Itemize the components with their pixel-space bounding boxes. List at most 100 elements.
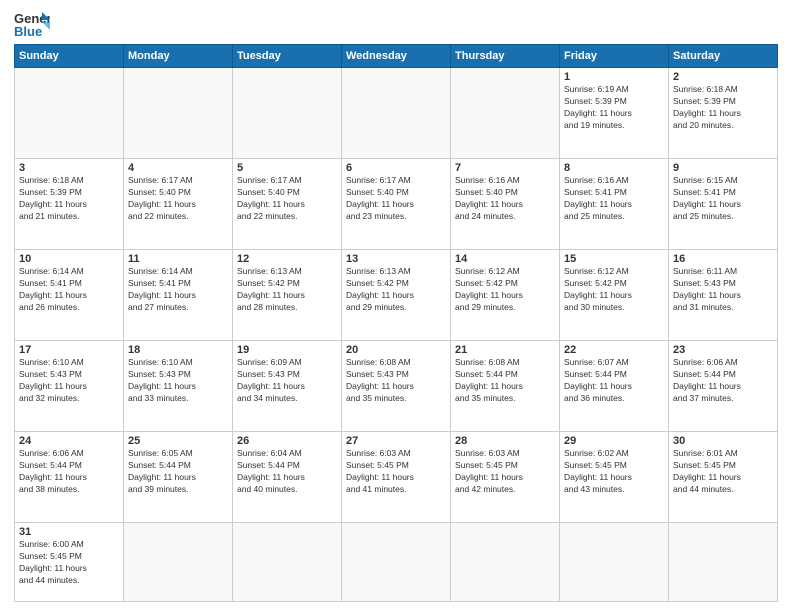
day-number: 5 xyxy=(237,162,337,174)
day-number: 6 xyxy=(346,162,446,174)
day-info: Sunrise: 6:13 AM Sunset: 5:42 PM Dayligh… xyxy=(237,266,337,314)
calendar-cell xyxy=(233,523,342,602)
day-number: 2 xyxy=(673,71,773,83)
calendar-cell: 20Sunrise: 6:08 AM Sunset: 5:43 PM Dayli… xyxy=(342,341,451,432)
day-number: 27 xyxy=(346,435,446,447)
day-info: Sunrise: 6:05 AM Sunset: 5:44 PM Dayligh… xyxy=(128,448,228,496)
day-info: Sunrise: 6:02 AM Sunset: 5:45 PM Dayligh… xyxy=(564,448,664,496)
day-number: 13 xyxy=(346,253,446,265)
calendar-cell: 5Sunrise: 6:17 AM Sunset: 5:40 PM Daylig… xyxy=(233,159,342,250)
day-info: Sunrise: 6:00 AM Sunset: 5:45 PM Dayligh… xyxy=(19,539,119,587)
calendar-cell: 26Sunrise: 6:04 AM Sunset: 5:44 PM Dayli… xyxy=(233,432,342,523)
calendar-cell: 2Sunrise: 6:18 AM Sunset: 5:39 PM Daylig… xyxy=(669,68,778,159)
day-info: Sunrise: 6:12 AM Sunset: 5:42 PM Dayligh… xyxy=(455,266,555,314)
day-info: Sunrise: 6:11 AM Sunset: 5:43 PM Dayligh… xyxy=(673,266,773,314)
weekday-header-friday: Friday xyxy=(560,45,669,68)
day-number: 3 xyxy=(19,162,119,174)
weekday-header-wednesday: Wednesday xyxy=(342,45,451,68)
day-info: Sunrise: 6:13 AM Sunset: 5:42 PM Dayligh… xyxy=(346,266,446,314)
day-info: Sunrise: 6:08 AM Sunset: 5:43 PM Dayligh… xyxy=(346,357,446,405)
day-number: 26 xyxy=(237,435,337,447)
weekday-header-saturday: Saturday xyxy=(669,45,778,68)
calendar-cell: 11Sunrise: 6:14 AM Sunset: 5:41 PM Dayli… xyxy=(124,250,233,341)
day-info: Sunrise: 6:14 AM Sunset: 5:41 PM Dayligh… xyxy=(19,266,119,314)
header: General Blue xyxy=(14,10,778,38)
calendar-cell: 3Sunrise: 6:18 AM Sunset: 5:39 PM Daylig… xyxy=(15,159,124,250)
calendar-cell: 24Sunrise: 6:06 AM Sunset: 5:44 PM Dayli… xyxy=(15,432,124,523)
calendar-cell: 6Sunrise: 6:17 AM Sunset: 5:40 PM Daylig… xyxy=(342,159,451,250)
calendar-cell xyxy=(124,68,233,159)
calendar-cell: 22Sunrise: 6:07 AM Sunset: 5:44 PM Dayli… xyxy=(560,341,669,432)
calendar-cell: 30Sunrise: 6:01 AM Sunset: 5:45 PM Dayli… xyxy=(669,432,778,523)
day-number: 14 xyxy=(455,253,555,265)
day-info: Sunrise: 6:17 AM Sunset: 5:40 PM Dayligh… xyxy=(128,175,228,223)
weekday-header-tuesday: Tuesday xyxy=(233,45,342,68)
day-info: Sunrise: 6:10 AM Sunset: 5:43 PM Dayligh… xyxy=(128,357,228,405)
calendar-cell: 1Sunrise: 6:19 AM Sunset: 5:39 PM Daylig… xyxy=(560,68,669,159)
day-number: 20 xyxy=(346,344,446,356)
week-row-1: 1Sunrise: 6:19 AM Sunset: 5:39 PM Daylig… xyxy=(15,68,778,159)
calendar-cell: 31Sunrise: 6:00 AM Sunset: 5:45 PM Dayli… xyxy=(15,523,124,602)
day-number: 24 xyxy=(19,435,119,447)
logo-icon: General Blue xyxy=(14,10,50,38)
day-number: 4 xyxy=(128,162,228,174)
day-info: Sunrise: 6:06 AM Sunset: 5:44 PM Dayligh… xyxy=(673,357,773,405)
day-info: Sunrise: 6:03 AM Sunset: 5:45 PM Dayligh… xyxy=(455,448,555,496)
calendar-cell: 19Sunrise: 6:09 AM Sunset: 5:43 PM Dayli… xyxy=(233,341,342,432)
calendar-cell: 8Sunrise: 6:16 AM Sunset: 5:41 PM Daylig… xyxy=(560,159,669,250)
week-row-6: 31Sunrise: 6:00 AM Sunset: 5:45 PM Dayli… xyxy=(15,523,778,602)
calendar-cell: 27Sunrise: 6:03 AM Sunset: 5:45 PM Dayli… xyxy=(342,432,451,523)
day-number: 17 xyxy=(19,344,119,356)
day-number: 22 xyxy=(564,344,664,356)
week-row-2: 3Sunrise: 6:18 AM Sunset: 5:39 PM Daylig… xyxy=(15,159,778,250)
day-info: Sunrise: 6:16 AM Sunset: 5:40 PM Dayligh… xyxy=(455,175,555,223)
day-number: 30 xyxy=(673,435,773,447)
day-number: 16 xyxy=(673,253,773,265)
week-row-3: 10Sunrise: 6:14 AM Sunset: 5:41 PM Dayli… xyxy=(15,250,778,341)
calendar-cell xyxy=(342,68,451,159)
calendar-cell xyxy=(560,523,669,602)
day-info: Sunrise: 6:18 AM Sunset: 5:39 PM Dayligh… xyxy=(673,84,773,132)
day-number: 25 xyxy=(128,435,228,447)
day-info: Sunrise: 6:19 AM Sunset: 5:39 PM Dayligh… xyxy=(564,84,664,132)
day-number: 29 xyxy=(564,435,664,447)
calendar-cell: 14Sunrise: 6:12 AM Sunset: 5:42 PM Dayli… xyxy=(451,250,560,341)
calendar-cell: 15Sunrise: 6:12 AM Sunset: 5:42 PM Dayli… xyxy=(560,250,669,341)
day-info: Sunrise: 6:17 AM Sunset: 5:40 PM Dayligh… xyxy=(237,175,337,223)
calendar-cell xyxy=(451,68,560,159)
day-number: 28 xyxy=(455,435,555,447)
calendar-page: General Blue SundayMondayTuesdayWednesda… xyxy=(0,0,792,612)
day-number: 31 xyxy=(19,526,119,538)
calendar-cell: 25Sunrise: 6:05 AM Sunset: 5:44 PM Dayli… xyxy=(124,432,233,523)
calendar-table: SundayMondayTuesdayWednesdayThursdayFrid… xyxy=(14,44,778,602)
day-info: Sunrise: 6:09 AM Sunset: 5:43 PM Dayligh… xyxy=(237,357,337,405)
day-info: Sunrise: 6:01 AM Sunset: 5:45 PM Dayligh… xyxy=(673,448,773,496)
calendar-cell: 18Sunrise: 6:10 AM Sunset: 5:43 PM Dayli… xyxy=(124,341,233,432)
weekday-header-thursday: Thursday xyxy=(451,45,560,68)
calendar-cell: 23Sunrise: 6:06 AM Sunset: 5:44 PM Dayli… xyxy=(669,341,778,432)
calendar-cell: 28Sunrise: 6:03 AM Sunset: 5:45 PM Dayli… xyxy=(451,432,560,523)
calendar-cell: 12Sunrise: 6:13 AM Sunset: 5:42 PM Dayli… xyxy=(233,250,342,341)
logo: General Blue xyxy=(14,10,54,38)
weekday-header-monday: Monday xyxy=(124,45,233,68)
calendar-cell: 4Sunrise: 6:17 AM Sunset: 5:40 PM Daylig… xyxy=(124,159,233,250)
day-info: Sunrise: 6:16 AM Sunset: 5:41 PM Dayligh… xyxy=(564,175,664,223)
calendar-cell xyxy=(451,523,560,602)
calendar-cell: 13Sunrise: 6:13 AM Sunset: 5:42 PM Dayli… xyxy=(342,250,451,341)
day-info: Sunrise: 6:14 AM Sunset: 5:41 PM Dayligh… xyxy=(128,266,228,314)
week-row-4: 17 Sunrise: 6:10 AM Sunset: 5:43 PM Dayli… xyxy=(15,341,778,432)
day-number: 15 xyxy=(564,253,664,265)
calendar-cell xyxy=(15,68,124,159)
weekday-header-sunday: Sunday xyxy=(15,45,124,68)
svg-text:Blue: Blue xyxy=(14,24,42,38)
calendar-cell: 7Sunrise: 6:16 AM Sunset: 5:40 PM Daylig… xyxy=(451,159,560,250)
calendar-cell xyxy=(342,523,451,602)
weekday-header-row: SundayMondayTuesdayWednesdayThursdayFrid… xyxy=(15,45,778,68)
day-number: 10 xyxy=(19,253,119,265)
calendar-cell: 17Sunrise: 6:10 AM Sunset: 5:43 PM Dayli… xyxy=(15,341,124,432)
calendar-cell: 10Sunrise: 6:14 AM Sunset: 5:41 PM Dayli… xyxy=(15,250,124,341)
day-info: Sunrise: 6:07 AM Sunset: 5:44 PM Dayligh… xyxy=(564,357,664,405)
day-number: 23 xyxy=(673,344,773,356)
day-info: Sunrise: 6:08 AM Sunset: 5:44 PM Dayligh… xyxy=(455,357,555,405)
calendar-cell: 29Sunrise: 6:02 AM Sunset: 5:45 PM Dayli… xyxy=(560,432,669,523)
